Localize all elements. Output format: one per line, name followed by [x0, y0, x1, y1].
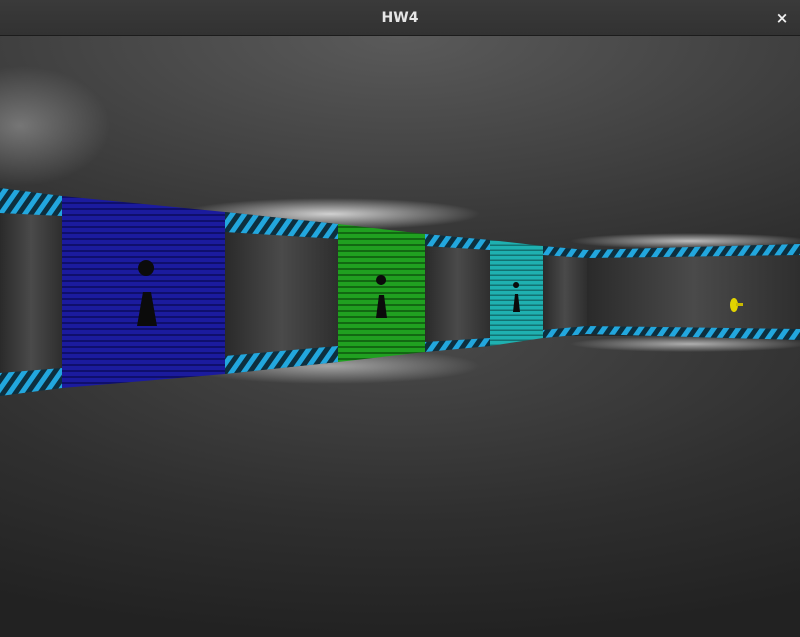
game-viewport[interactable]	[0, 36, 800, 637]
window-titlebar[interactable]: HW4 ×	[0, 0, 800, 36]
game-scene	[0, 36, 800, 637]
cyan-door[interactable]	[490, 240, 543, 346]
green-door[interactable]	[338, 224, 425, 362]
close-icon[interactable]: ×	[772, 8, 792, 28]
window-title: HW4	[381, 10, 419, 26]
blue-door[interactable]	[62, 196, 225, 388]
